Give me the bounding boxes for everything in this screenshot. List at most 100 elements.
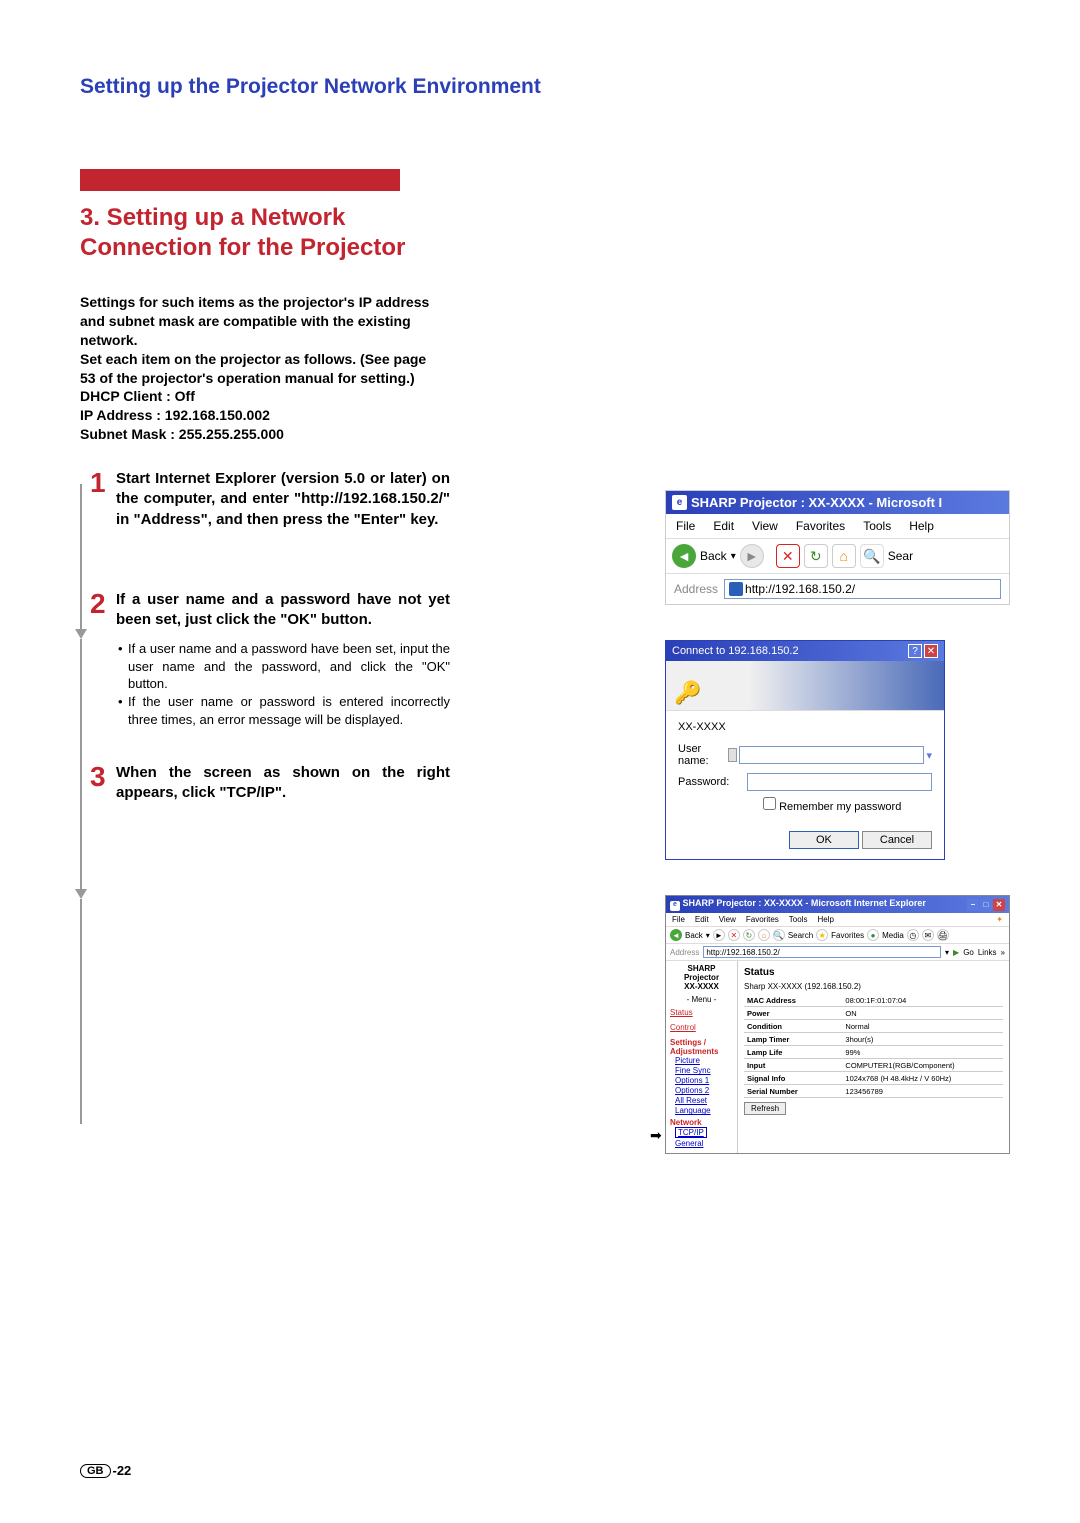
toolbar: ◄ Back ▾ ► ✕ ↻ ⌂ 🔍 Sear [666, 539, 1009, 574]
refresh-icon[interactable]: ↻ [743, 929, 755, 941]
page-footer: GB -22 [80, 1463, 131, 1478]
ie-icon: e [670, 901, 680, 911]
model-label: XX-XXXX [678, 721, 932, 733]
menu-item[interactable]: Edit [713, 519, 734, 533]
window-title: e SHARP Projector : XX-XXXX - Microsoft … [666, 491, 1009, 514]
dialog-banner: 🔑 [666, 661, 944, 711]
maximize-icon[interactable]: □ [980, 899, 992, 911]
stop-icon[interactable]: ✕ [728, 929, 740, 941]
table-row: InputCOMPUTER1(RGB/Component) [744, 1059, 1003, 1072]
menu-item[interactable]: File [672, 915, 685, 924]
section-title: 3. Setting up a Network Connection for t… [80, 203, 420, 263]
address-label: Address [670, 948, 699, 957]
mail-icon[interactable]: ✉ [922, 929, 934, 941]
remember-checkbox[interactable] [763, 797, 776, 810]
username-label: User name: [678, 743, 728, 767]
close-icon[interactable]: ✕ [993, 899, 1005, 911]
intro-text: Settings for such items as the projector… [80, 293, 440, 444]
home-icon[interactable]: ⌂ [758, 929, 770, 941]
sidebar-picture[interactable]: Picture [675, 1056, 733, 1065]
step-rail [75, 484, 87, 1124]
figure-status-page: e SHARP Projector : XX-XXXX - Microsoft … [665, 895, 1010, 1154]
sidebar-network: Network [670, 1118, 733, 1127]
figure-ie-bar: e SHARP Projector : XX-XXXX - Microsoft … [665, 490, 1010, 605]
sidebar-menu-label: - Menu - [670, 995, 733, 1004]
go-button[interactable]: ▶ [953, 948, 959, 957]
password-input[interactable] [747, 773, 932, 791]
back-button[interactable]: ◄ [672, 544, 696, 568]
step-number: 1 [90, 469, 116, 530]
search-icon[interactable]: 🔍 [773, 929, 785, 941]
content-area: Status Sharp XX-XXXX (192.168.150.2) MAC… [738, 961, 1009, 1153]
menu-item[interactable]: Edit [695, 915, 709, 924]
media-icon[interactable]: ● [867, 929, 879, 941]
table-row: MAC Address08:00:1F:01:07:04 [744, 994, 1003, 1007]
back-label: Back [700, 549, 727, 563]
step-number: 3 [90, 763, 116, 804]
menu-item[interactable]: Tools [863, 519, 891, 533]
search-icon[interactable]: 🔍 [860, 544, 884, 568]
close-icon[interactable]: ✕ [924, 644, 938, 658]
menu-item[interactable]: File [676, 519, 695, 533]
step-1: 1 Start Internet Explorer (version 5.0 o… [90, 469, 450, 530]
cancel-button[interactable]: Cancel [862, 831, 932, 849]
menu-item[interactable]: Favorites [746, 915, 779, 924]
sidebar-language[interactable]: Language [675, 1106, 733, 1115]
table-row: Serial Number123456789 [744, 1085, 1003, 1098]
sidebar-general[interactable]: General [675, 1139, 733, 1148]
menu-item[interactable]: Favorites [796, 519, 845, 533]
sidebar-all-reset[interactable]: All Reset [675, 1096, 733, 1105]
username-input[interactable] [739, 746, 924, 764]
menu-item[interactable]: Help [909, 519, 934, 533]
password-label: Password: [678, 776, 747, 788]
address-input[interactable]: http://192.168.150.2/ [724, 579, 1001, 599]
user-icon [728, 748, 737, 762]
links-label[interactable]: Links [978, 948, 997, 957]
page-icon [729, 582, 743, 596]
forward-icon[interactable]: ► [713, 929, 725, 941]
sidebar-options2[interactable]: Options 2 [675, 1086, 733, 1095]
sidebar-status[interactable]: Status [670, 1008, 733, 1017]
table-row: Lamp Life99% [744, 1046, 1003, 1059]
sidebar: SHARP Projector XX-XXXX - Menu - Status … [666, 961, 738, 1153]
minimize-icon[interactable]: – [967, 899, 979, 911]
search-label: Sear [888, 549, 913, 563]
favorites-icon[interactable]: ★ [816, 929, 828, 941]
menu-item[interactable]: Tools [789, 915, 808, 924]
print-icon[interactable]: 🖨 [937, 929, 949, 941]
ok-button[interactable]: OK [789, 831, 859, 849]
page-number: -22 [113, 1463, 132, 1478]
refresh-button[interactable]: Refresh [744, 1102, 786, 1115]
sidebar-header: SHARP Projector XX-XXXX [670, 965, 733, 991]
sidebar-tcpip[interactable]: TCP/IP [675, 1127, 707, 1138]
remember-label: Remember my password [779, 801, 901, 813]
menu-item[interactable]: View [719, 915, 736, 924]
pointer-arrow-icon: ➡ [650, 1127, 662, 1144]
history-icon[interactable]: ◷ [907, 929, 919, 941]
forward-button[interactable]: ► [740, 544, 764, 568]
home-icon[interactable]: ⌂ [832, 544, 856, 568]
step-3: 3 When the screen as shown on the right … [90, 763, 450, 804]
sidebar-settings: Settings / Adjustments [670, 1038, 733, 1056]
menu-bar: File Edit View Favorites Tools Help [666, 514, 1009, 539]
refresh-icon[interactable]: ↻ [804, 544, 828, 568]
menu-item[interactable]: Help [817, 915, 833, 924]
figure-connect-dialog: Connect to 192.168.150.2 ? ✕ 🔑 XX-XXXX U… [665, 640, 945, 860]
step-title: When the screen as shown on the right ap… [116, 763, 450, 804]
dialog-title: Connect to 192.168.150.2 ? ✕ [666, 641, 944, 661]
sidebar-options1[interactable]: Options 1 [675, 1076, 733, 1085]
address-label: Address [674, 582, 718, 596]
stop-icon[interactable]: ✕ [776, 544, 800, 568]
sidebar-control[interactable]: Control [670, 1023, 733, 1032]
address-input[interactable] [703, 946, 941, 958]
language-badge: GB [80, 1464, 111, 1478]
step-note: •If a user name and a password have been… [116, 640, 450, 728]
sidebar-fine-sync[interactable]: Fine Sync [675, 1066, 733, 1075]
step-title: Start Internet Explorer (version 5.0 or … [116, 469, 450, 530]
title-bar [80, 169, 400, 191]
content-subheading: Sharp XX-XXXX (192.168.150.2) [744, 982, 1003, 991]
back-icon[interactable]: ◄ [670, 929, 682, 941]
table-row: PowerON [744, 1007, 1003, 1020]
menu-item[interactable]: View [752, 519, 778, 533]
help-icon[interactable]: ? [908, 644, 922, 658]
